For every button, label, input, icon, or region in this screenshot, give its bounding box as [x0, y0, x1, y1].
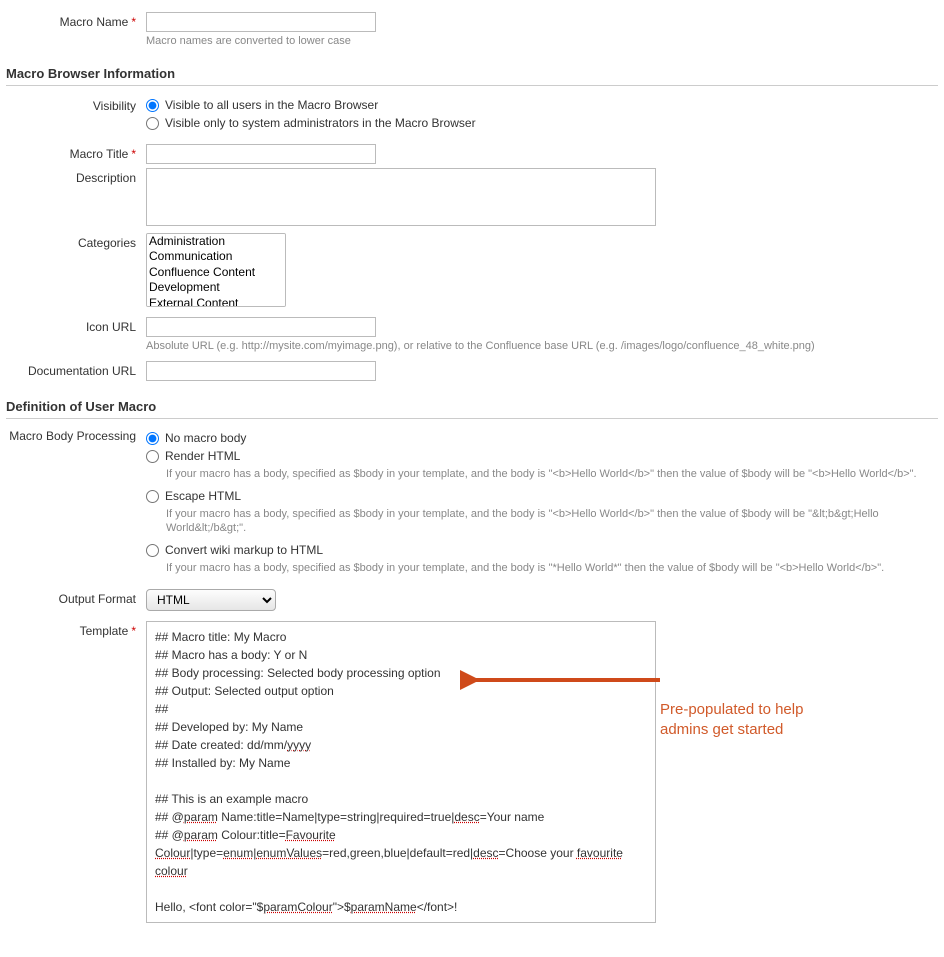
body-proc-radio-render[interactable]: [146, 450, 159, 463]
macro-title-label: Macro Title*: [6, 144, 146, 164]
body-proc-option-wiki: Convert wiki markup to HTML: [165, 543, 323, 557]
category-option[interactable]: External Content: [147, 296, 285, 307]
body-processing-label: Macro Body Processing: [6, 429, 146, 443]
output-format-label: Output Format: [6, 589, 146, 609]
category-option[interactable]: Confluence Content: [147, 265, 285, 280]
category-option[interactable]: Administration: [147, 234, 285, 249]
category-option[interactable]: Development: [147, 280, 285, 295]
visibility-option-admins: Visible only to system administrators in…: [165, 116, 476, 130]
body-proc-radio-wiki[interactable]: [146, 544, 159, 557]
icon-url-label: Icon URL: [6, 317, 146, 337]
body-proc-option-none: No macro body: [165, 431, 246, 445]
macro-name-hint: Macro names are converted to lower case: [146, 34, 938, 48]
body-proc-hint-wiki: If your macro has a body, specified as $…: [166, 561, 938, 575]
visibility-radio-all[interactable]: [146, 99, 159, 112]
description-textarea[interactable]: [146, 168, 656, 226]
macro-name-label: Macro Name*: [6, 12, 146, 32]
section-definition-title: Definition of User Macro: [6, 399, 938, 416]
macro-title-input[interactable]: [146, 144, 376, 164]
visibility-radio-admins[interactable]: [146, 117, 159, 130]
body-proc-radio-none[interactable]: [146, 432, 159, 445]
section-divider: [6, 418, 938, 419]
categories-label: Categories: [6, 233, 146, 253]
doc-url-label: Documentation URL: [6, 361, 146, 381]
body-proc-hint-escape: If your macro has a body, specified as $…: [166, 507, 938, 535]
icon-url-input[interactable]: [146, 317, 376, 337]
categories-listbox[interactable]: Administration Communication Confluence …: [146, 233, 286, 307]
visibility-option-all: Visible to all users in the Macro Browse…: [165, 98, 378, 112]
section-browser-title: Macro Browser Information: [6, 66, 938, 83]
body-proc-option-escape: Escape HTML: [165, 489, 241, 503]
template-label: Template*: [6, 621, 146, 641]
template-textarea[interactable]: ## Macro title: My Macro ## Macro has a …: [146, 621, 656, 923]
visibility-label: Visibility: [6, 96, 146, 116]
section-divider: [6, 85, 938, 86]
category-option[interactable]: Communication: [147, 249, 285, 264]
doc-url-input[interactable]: [146, 361, 376, 381]
icon-url-hint: Absolute URL (e.g. http://mysite.com/myi…: [146, 339, 938, 353]
body-proc-radio-escape[interactable]: [146, 490, 159, 503]
body-proc-hint-render: If your macro has a body, specified as $…: [166, 467, 938, 481]
macro-name-input[interactable]: [146, 12, 376, 32]
output-format-select[interactable]: HTML: [146, 589, 276, 611]
body-proc-option-render: Render HTML: [165, 449, 240, 463]
description-label: Description: [6, 168, 146, 188]
